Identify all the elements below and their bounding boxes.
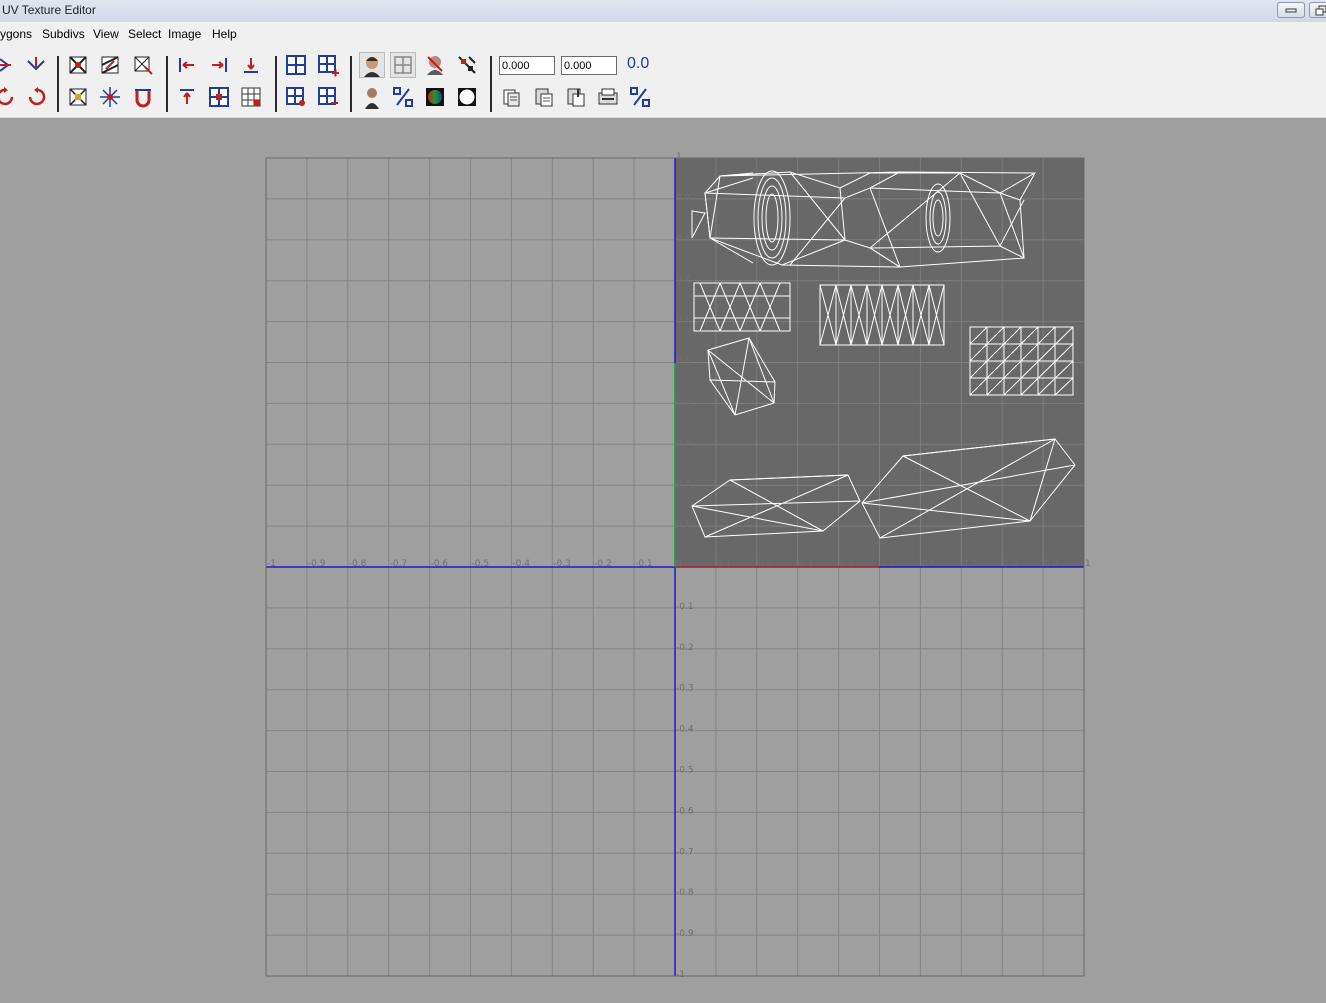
align-right-icon[interactable]: [207, 53, 231, 77]
menu-help[interactable]: Help: [212, 27, 237, 41]
u-value-input[interactable]: [499, 56, 555, 75]
v-tick-label: -0.8: [676, 888, 694, 898]
v-tick-label: 0.2: [676, 479, 690, 489]
toolbar-separator: [57, 56, 59, 112]
v-tick-label: 0.3: [676, 438, 690, 448]
dim-image-icon[interactable]: [423, 53, 447, 77]
paste-v-icon[interactable]: [596, 85, 620, 109]
menu-image[interactable]: Image: [168, 27, 201, 41]
v-tick-label: 0.9: [676, 193, 691, 203]
flip-vertical-icon[interactable]: [24, 53, 48, 77]
restore-icon: [1315, 5, 1326, 16]
v-tick-label: -0.2: [676, 643, 694, 653]
v-tick-label: -0.1: [676, 602, 694, 612]
unfold-uv-icon[interactable]: [131, 85, 155, 109]
toolbar-separator: [275, 56, 277, 112]
menu-select[interactable]: Select: [128, 27, 161, 41]
align-bottom-icon[interactable]: [239, 53, 263, 77]
isolate-select-icon[interactable]: [284, 53, 308, 77]
precision-label[interactable]: 0.0: [627, 55, 649, 73]
paste-uv-icon[interactable]: [532, 85, 556, 109]
paste-u-icon[interactable]: [564, 85, 588, 109]
sew-uv-icon[interactable]: [98, 53, 122, 77]
rotate-ccw-icon[interactable]: [0, 85, 18, 109]
rgb-channels-icon[interactable]: [423, 85, 447, 109]
u-tick-label: 1: [1085, 559, 1091, 569]
restore-button[interactable]: [1309, 2, 1326, 18]
grid-snap-icon[interactable]: [207, 85, 231, 109]
v-tick-label: -0.3: [676, 684, 694, 694]
copy-uv-icon[interactable]: [500, 85, 524, 109]
toolbar-separator: [166, 56, 168, 112]
minimize-button[interactable]: [1277, 2, 1305, 18]
add-to-isolate-icon[interactable]: [316, 53, 340, 77]
shaded-uv-icon[interactable]: [360, 85, 384, 109]
v-tick-label: 0.1: [676, 520, 690, 530]
menu-polygons[interactable]: ygons: [0, 27, 32, 41]
uv-editor-viewport[interactable]: -1 -0.9 -0.8 -0.7 -0.6 -0.5 -0.4 -0.3 -0.2 -0.1 0 0…: [0, 118, 1326, 1003]
v-tick-label: 1: [676, 152, 682, 162]
v-tick-label: -0.7: [676, 847, 694, 857]
v-tick-label: -0.6: [676, 806, 694, 816]
v-tick-label: -0.9: [676, 929, 694, 939]
v-tick-label: 0.7: [676, 275, 690, 285]
v-tick-label: -0.5: [676, 766, 694, 776]
menu-bar: ygons Subdivs View Select Image Help: [0, 22, 1326, 44]
v-tick-label: 0.8: [676, 234, 691, 244]
toolbar-separator: [490, 56, 492, 112]
v-tick-label: -0.4: [676, 725, 694, 735]
rotate-cw-icon[interactable]: [24, 85, 48, 109]
relax-uv-icon[interactable]: [98, 85, 122, 109]
alpha-channel-icon[interactable]: [455, 85, 479, 109]
v-tick-label: 0.6: [676, 316, 691, 326]
flip-horizontal-icon[interactable]: [0, 53, 18, 77]
menu-subdivs[interactable]: Subdivs: [42, 27, 85, 41]
align-top-icon[interactable]: [175, 85, 199, 109]
title-bar: UV Texture Editor: [0, 0, 1326, 23]
v-tick-label: 0.4: [676, 397, 691, 407]
v-tick-label: 0.5: [676, 357, 690, 367]
layout-uv-icon[interactable]: [66, 85, 90, 109]
toolbar: 0.0: [0, 44, 1326, 118]
window-title: UV Texture Editor: [2, 3, 96, 17]
remove-isolate-icon[interactable]: [284, 85, 308, 109]
v-value-input[interactable]: [561, 56, 617, 75]
display-image-icon[interactable]: [359, 52, 385, 78]
clear-isolate-icon[interactable]: [316, 85, 340, 109]
align-left-icon[interactable]: [175, 53, 199, 77]
display-grid-icon[interactable]: [390, 52, 416, 78]
v-tick-label: -1: [676, 970, 685, 980]
percent-scale-icon[interactable]: [628, 85, 652, 109]
menu-view[interactable]: View: [93, 27, 119, 41]
pixel-snap-icon[interactable]: [455, 53, 479, 77]
percent-icon[interactable]: [391, 85, 415, 109]
grid-checker-icon[interactable]: [239, 85, 263, 109]
viewport-background: [0, 118, 1326, 998]
toolbar-separator: [350, 56, 352, 112]
cut-uv-icon[interactable]: [66, 53, 90, 77]
minimize-icon: [1285, 8, 1297, 13]
move-sew-icon[interactable]: [131, 53, 155, 77]
uv-grid-canvas[interactable]: -1 -0.9 -0.8 -0.7 -0.6 -0.5 -0.4 -0.3 -0.2 -0.1 0 0…: [0, 118, 1326, 998]
